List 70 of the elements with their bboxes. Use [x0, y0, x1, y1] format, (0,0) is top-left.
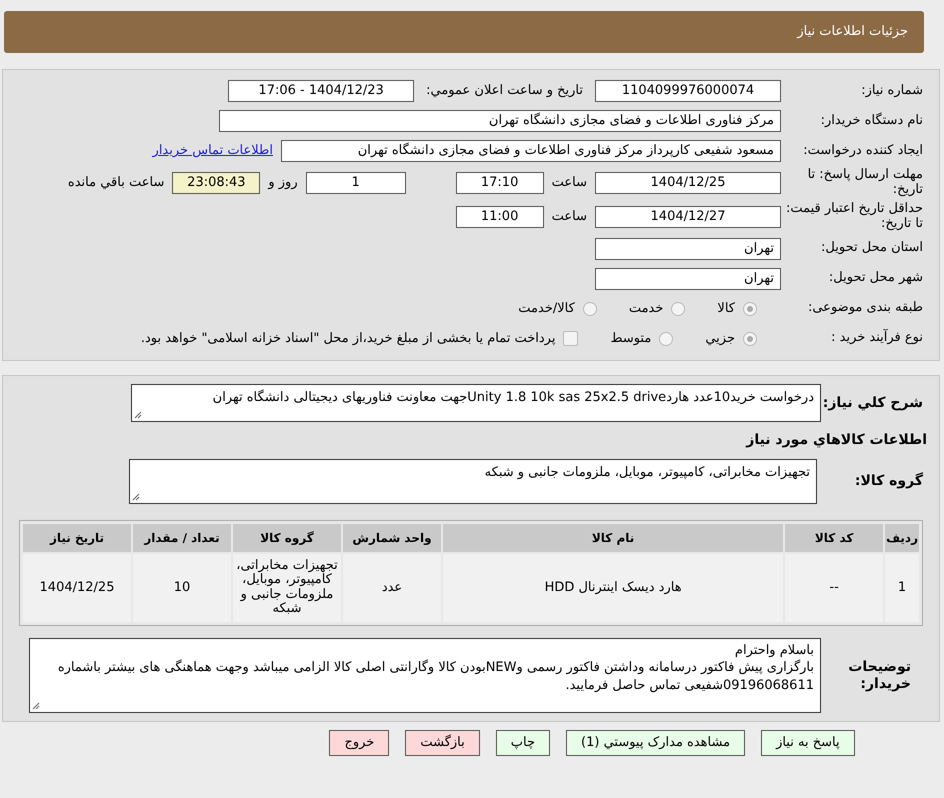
table-cell: 10	[132, 552, 232, 623]
column-header: تعداد / مقدار	[132, 522, 232, 553]
radio-button[interactable]	[659, 332, 674, 346]
value-field: 1104099976000074	[595, 80, 781, 102]
field-label: حداقل تاریخ اعتبار قیمت: تا تاریخ:	[784, 202, 924, 232]
column-header: نام کالا	[442, 522, 784, 553]
table-cell: تجهیزات مخابراتی، کامپیوتر، موبایل، ملزومات جانبی و شبکه	[232, 552, 342, 623]
page-title: جزئیات اطلاعات نیاز	[797, 23, 908, 42]
value-field: 1404/12/25	[595, 172, 781, 194]
description-text: درخواست خرید10عدد هاردUnity 1.8 10k sas 25x2.5 driveجهت معاونت فناوریهای دیجیتالی دانشگاه تهران	[212, 388, 814, 407]
value-field: 1404/12/23 - 17:06	[228, 80, 414, 102]
buyer-contact-link[interactable]: اطلاعات تماس خریدار	[152, 141, 281, 161]
field-label: تاریخ و ساعت اعلان عمومي:	[425, 82, 584, 100]
table-cell: عدد	[342, 552, 442, 623]
field-label: توضیحات خریدار:	[847, 659, 912, 692]
checkbox-label: پرداخت تمام یا بخشی از مبلغ خرید،از محل "اسناد خزانه اسلامی" خواهد بود.	[140, 330, 556, 348]
field-label: شهر محل تحویل:	[828, 271, 924, 286]
column-header: گروه کالا	[232, 522, 342, 553]
field-label: ساعت	[550, 174, 588, 192]
field-label: ساعت باقي مانده	[66, 174, 166, 192]
field-label: استان محل تحویل:	[820, 241, 924, 256]
value-field: 17:10	[456, 172, 544, 194]
field-label: نوع فرآیند خرید :	[830, 331, 924, 346]
table-cell: هارد دیسک اینترنال HDD	[442, 552, 784, 623]
field-label: ایجاد کننده درخواست:	[802, 144, 924, 158]
radio-button[interactable]	[743, 302, 757, 316]
field-label: طبقه بندی موضوعی:	[806, 301, 924, 316]
radio-button[interactable]	[671, 302, 686, 316]
table-cell: 1	[884, 552, 920, 623]
field-label: ساعت	[550, 208, 588, 226]
column-header: تاریخ نیاز	[22, 522, 132, 553]
option-label: کالا	[716, 300, 736, 318]
action-button[interactable]: خروج	[329, 730, 390, 756]
field-label: شرح کلي نیاز:	[822, 394, 924, 412]
action-button[interactable]: مشاهده مدارک پیوستي (1)	[566, 730, 746, 756]
table-cell: 1404/12/25	[22, 552, 132, 623]
goods-group-text: تجهیزات مخابراتی، کامپیوتر، موبایل، ملزومات جانبی و شبکه	[484, 464, 810, 482]
value-field: 11:00	[456, 206, 544, 228]
option-label: جزيي	[704, 330, 736, 348]
action-button[interactable]: پاسخ به نیاز	[761, 730, 855, 756]
field-label: شماره نیاز:	[860, 84, 924, 98]
value-field: تهران	[595, 268, 781, 290]
action-button[interactable]: بازگشت	[405, 730, 480, 756]
resize-grip-icon[interactable]	[134, 411, 142, 420]
column-header: کد کالا	[784, 522, 884, 553]
column-header: واحد شمارش	[342, 522, 442, 553]
field-label: گروه کالا:	[854, 473, 924, 490]
radio-button[interactable]	[743, 332, 757, 346]
option-label: متوسط	[609, 330, 652, 348]
notes-text: بارگزاری پیش فاکتور درسامانه وداشتن فاکتور رسمی وNEWبودن کالا وگارانتی اصلی کالا الزامی میباشد وجهت هماهنگی های بیشتر باشماره 09196068611شفیعی تماس حاصل فرمایید.	[56, 659, 814, 694]
resize-grip-icon[interactable]	[132, 492, 140, 501]
checkbox[interactable]	[563, 331, 578, 346]
countdown-field: 23:08:43	[172, 172, 260, 194]
value-field: 1404/12/27	[595, 206, 781, 228]
table-cell: --	[784, 552, 884, 623]
resize-grip-icon[interactable]	[32, 702, 40, 710]
value-field: 1	[306, 172, 406, 194]
field-label: روز و	[266, 174, 299, 192]
column-header: ردیف	[884, 522, 920, 553]
field-label: مهلت ارسال پاسخ: تا تاریخ:	[806, 168, 924, 198]
value-field: مرکز فناوری اطلاعات و فضای مجازی دانشگاه تهران	[219, 110, 781, 132]
section-title: اطلاعات کالاهاي مورد نیاز	[744, 431, 928, 450]
value-field: تهران	[595, 238, 781, 260]
action-button[interactable]: چاپ	[496, 730, 550, 756]
option-label: خدمت	[628, 300, 664, 318]
notes-text: باسلام واحترام	[734, 642, 814, 660]
radio-button[interactable]	[582, 302, 597, 316]
value-field: مسعود شفیعی کارپرداز مرکز فناوری اطلاعات و فضای مجازی دانشگاه تهران	[281, 140, 781, 162]
option-label: کالا/خدمت	[517, 300, 576, 318]
field-label: نام دستگاه خریدار:	[820, 114, 924, 128]
